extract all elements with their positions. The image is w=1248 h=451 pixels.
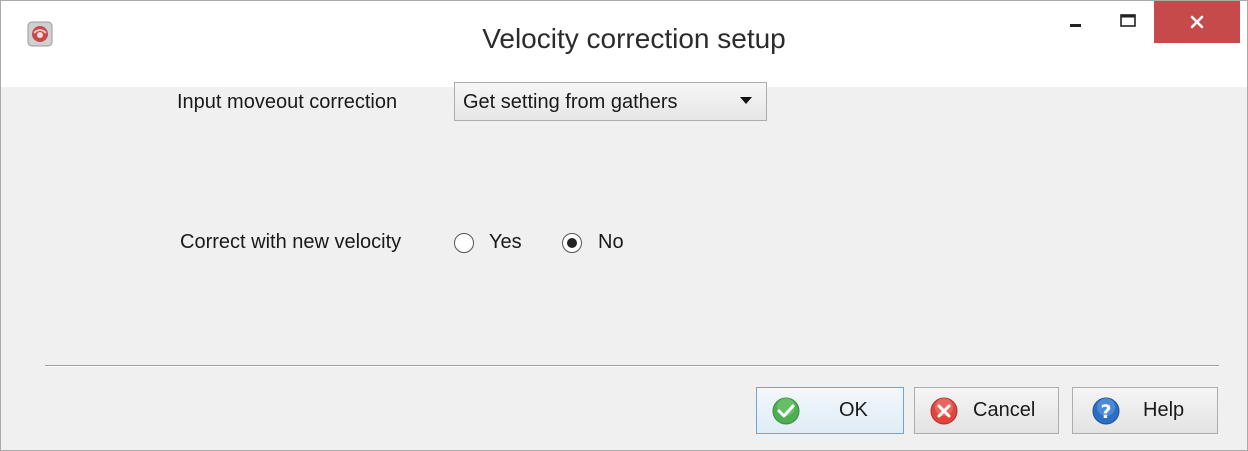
maximize-icon <box>1120 14 1136 27</box>
minimize-icon <box>1070 24 1081 27</box>
minimize-button[interactable] <box>1053 1 1099 41</box>
help-button-label: Help <box>1143 399 1185 421</box>
ok-button-label: OK <box>839 399 868 421</box>
radio-yes-label[interactable]: Yes <box>489 231 522 254</box>
radio-yes[interactable] <box>454 233 474 253</box>
moveout-dropdown[interactable]: Get setting from gathers <box>454 82 767 121</box>
separator <box>45 365 1219 367</box>
ok-button[interactable]: OK <box>756 387 904 434</box>
moveout-label: Input moveout correction <box>177 91 398 113</box>
radio-selected-dot <box>567 238 577 248</box>
moveout-dropdown-value: Get setting from gathers <box>463 91 678 113</box>
svg-text:?: ? <box>1100 401 1111 423</box>
cancel-x-icon <box>930 397 958 425</box>
help-button[interactable]: ? Help <box>1072 387 1218 434</box>
cancel-button[interactable]: Cancel <box>914 387 1059 434</box>
radio-no[interactable] <box>562 233 582 253</box>
question-icon: ? <box>1092 397 1120 425</box>
close-icon <box>1190 15 1204 29</box>
dialog-window: Velocity correction setup Input moveout … <box>0 0 1248 451</box>
velocity-label: Correct with new velocity <box>180 231 402 253</box>
maximize-button[interactable] <box>1105 1 1151 41</box>
radio-no-label[interactable]: No <box>598 231 624 254</box>
checkmark-icon <box>772 397 800 425</box>
title-bar[interactable]: Velocity correction setup <box>1 1 1247 87</box>
chevron-down-icon <box>740 97 752 104</box>
cancel-button-label: Cancel <box>973 399 1036 421</box>
close-button[interactable] <box>1154 1 1240 43</box>
